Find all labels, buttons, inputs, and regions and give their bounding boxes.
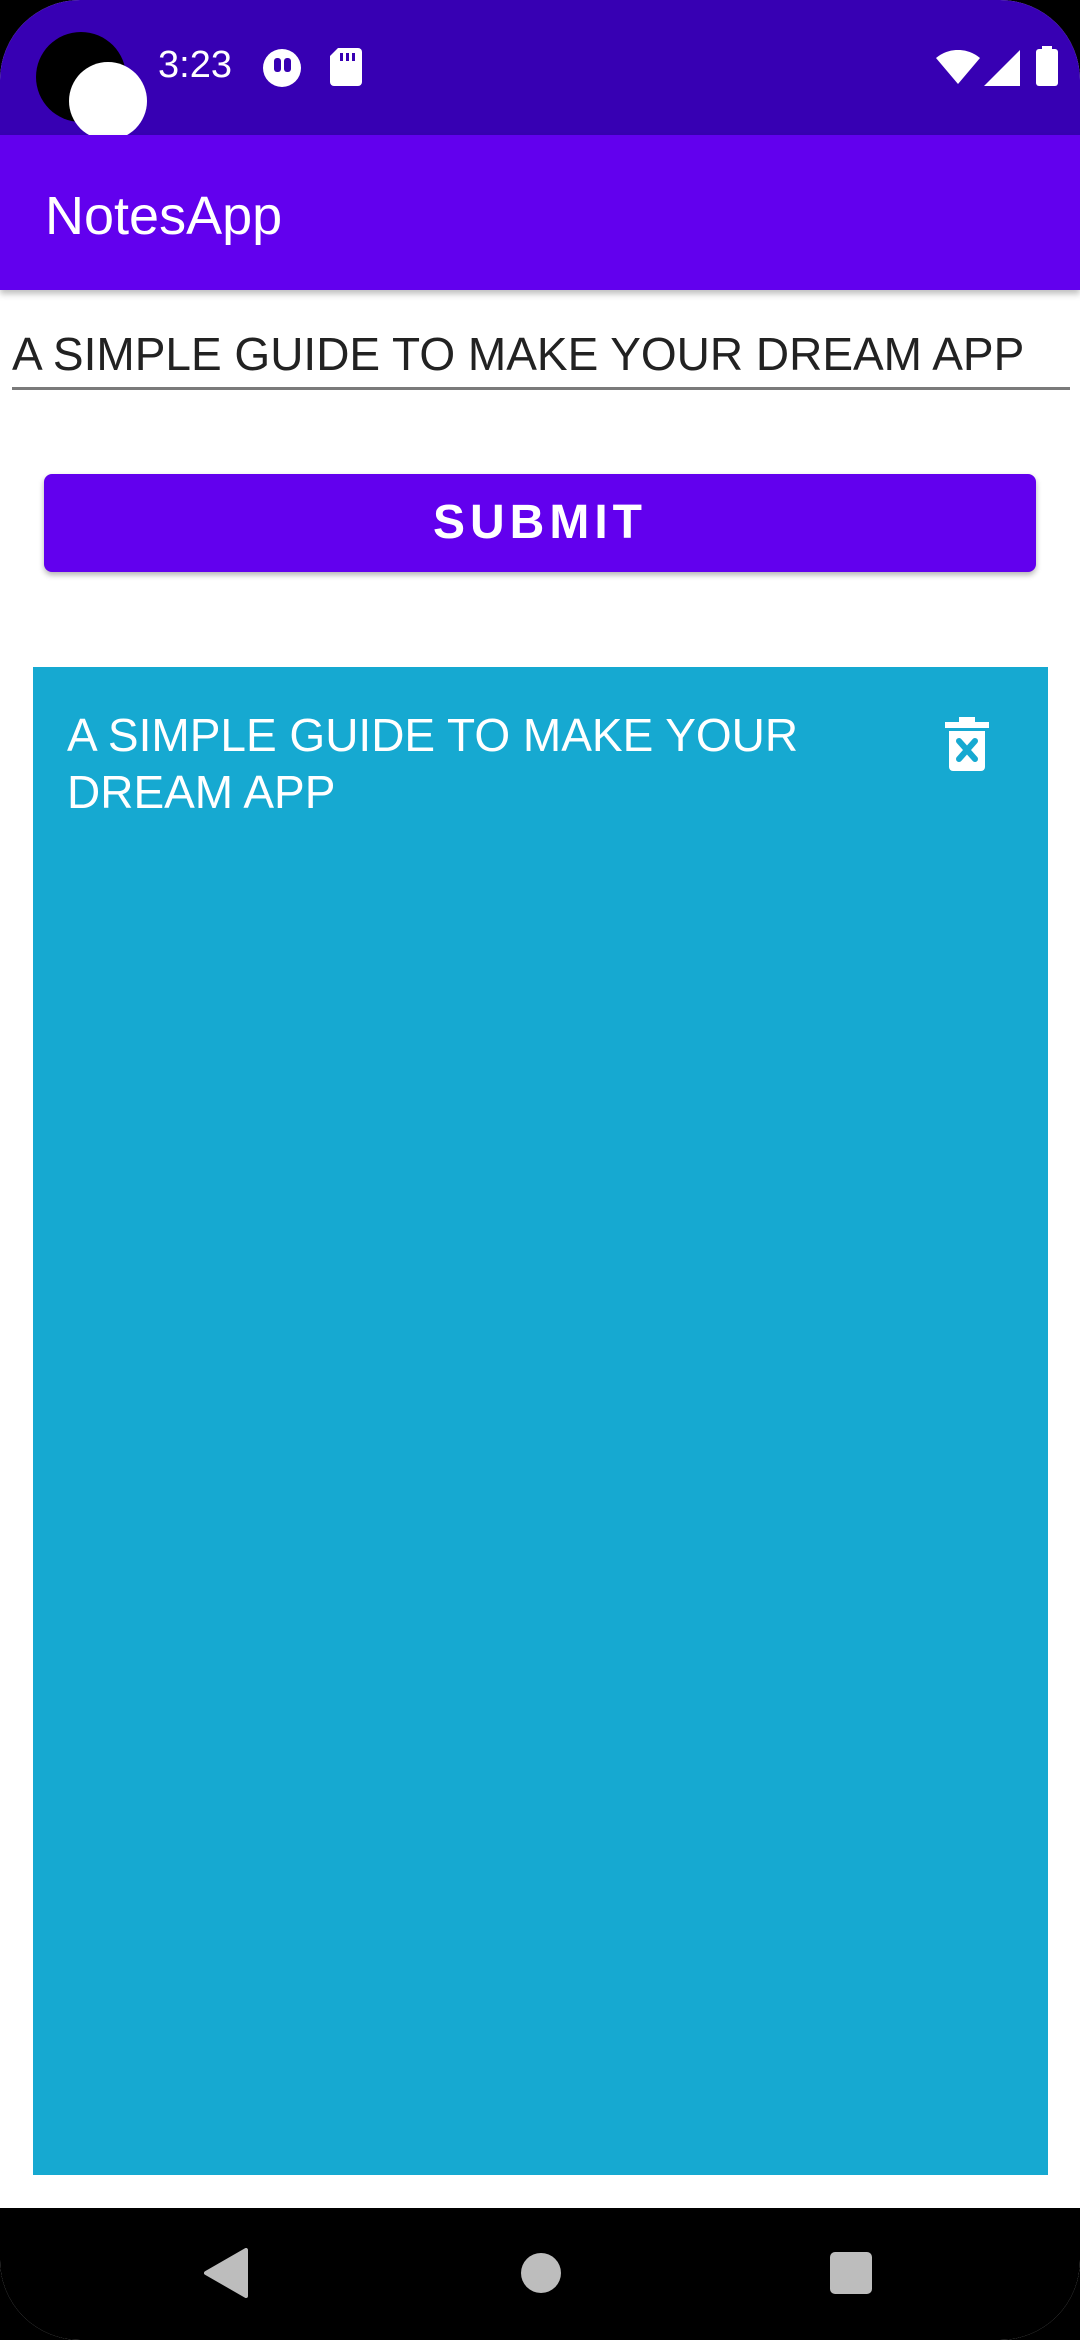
note-input[interactable] bbox=[12, 320, 1070, 390]
app-title: NotesApp bbox=[45, 186, 283, 246]
record-icon bbox=[262, 48, 302, 93]
delete-icon[interactable] bbox=[945, 717, 989, 771]
battery-icon bbox=[1036, 46, 1058, 91]
screen: 3:23 NotesApp A SIMPLE GUIDE TO MAKE YOU… bbox=[0, 0, 1080, 2340]
wifi-icon bbox=[936, 49, 980, 91]
signal-icon bbox=[984, 50, 1020, 91]
status-bar: 3:23 bbox=[0, 0, 1080, 140]
camera-cutout bbox=[36, 32, 147, 140]
nav-bar bbox=[0, 2208, 1080, 2340]
sd-card-icon bbox=[330, 48, 362, 91]
app-bar: NotesApp bbox=[0, 135, 1080, 290]
note-text: A SIMPLE GUIDE TO MAKE YOUR DREAM APP bbox=[67, 709, 799, 818]
recents-icon[interactable] bbox=[830, 2252, 872, 2299]
note-card[interactable]: A SIMPLE GUIDE TO MAKE YOUR DREAM APP bbox=[33, 667, 1048, 2175]
camera-lens bbox=[69, 62, 147, 140]
status-time: 3:23 bbox=[158, 44, 232, 86]
back-icon[interactable] bbox=[204, 2248, 248, 2303]
home-icon[interactable] bbox=[520, 2252, 562, 2299]
submit-button[interactable]: SUBMIT bbox=[44, 474, 1036, 572]
